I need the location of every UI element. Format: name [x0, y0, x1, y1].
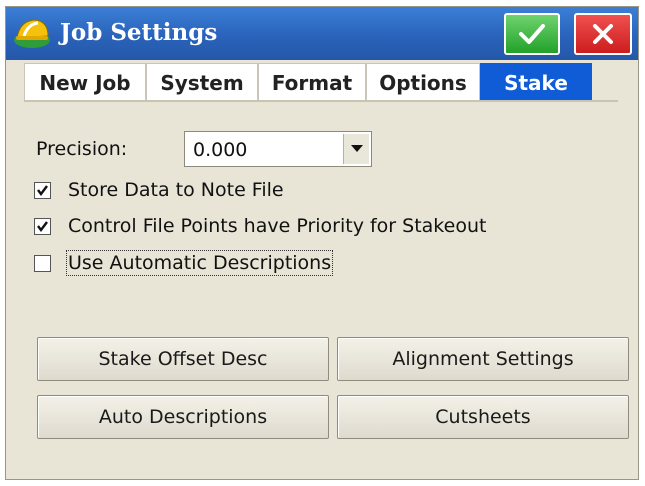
tab-strip: New Job System Format Options Stake [24, 63, 618, 101]
checkbox-box[interactable] [34, 255, 51, 272]
tab-stake[interactable]: Stake [480, 63, 592, 101]
chevron-down-icon [351, 145, 363, 152]
precision-value: 0.000 [193, 139, 248, 161]
stake-offset-desc-button[interactable]: Stake Offset Desc [37, 337, 329, 381]
check-icon [519, 24, 545, 44]
tab-panel-border [24, 100, 618, 102]
checkbox-control-file-priority[interactable]: Control File Points have Priority for St… [34, 215, 594, 241]
checkbox-label: Control File Points have Priority for St… [68, 215, 487, 237]
tab-format[interactable]: Format [258, 63, 366, 101]
checkbox-box[interactable] [34, 182, 51, 199]
checkbox-box[interactable] [34, 218, 51, 235]
checkmark-icon [37, 185, 48, 196]
ok-button[interactable] [504, 13, 560, 55]
checkbox-store-data-note-file[interactable]: Store Data to Note File [34, 179, 434, 205]
alignment-settings-button[interactable]: Alignment Settings [337, 337, 629, 381]
title-bar: Job Settings [6, 7, 638, 60]
auto-descriptions-button[interactable]: Auto Descriptions [37, 395, 329, 439]
dropdown-button[interactable] [343, 134, 369, 164]
close-icon [593, 24, 613, 44]
checkbox-label: Store Data to Note File [68, 179, 284, 201]
hardhat-icon [14, 19, 50, 48]
checkbox-label: Use Automatic Descriptions [65, 250, 334, 276]
precision-label: Precision: [36, 138, 128, 160]
tab-new-job[interactable]: New Job [24, 63, 146, 101]
checkmark-icon [37, 221, 48, 232]
cutsheets-button[interactable]: Cutsheets [337, 395, 629, 439]
tab-options[interactable]: Options [366, 63, 480, 101]
cancel-button[interactable] [574, 13, 632, 55]
checkbox-use-automatic-descriptions[interactable]: Use Automatic Descriptions [34, 250, 434, 278]
window-title: Job Settings [60, 19, 218, 46]
job-settings-window: Job Settings New Job System Format Optio… [5, 6, 639, 480]
precision-select[interactable]: 0.000 [184, 131, 372, 167]
tab-system[interactable]: System [146, 63, 258, 101]
